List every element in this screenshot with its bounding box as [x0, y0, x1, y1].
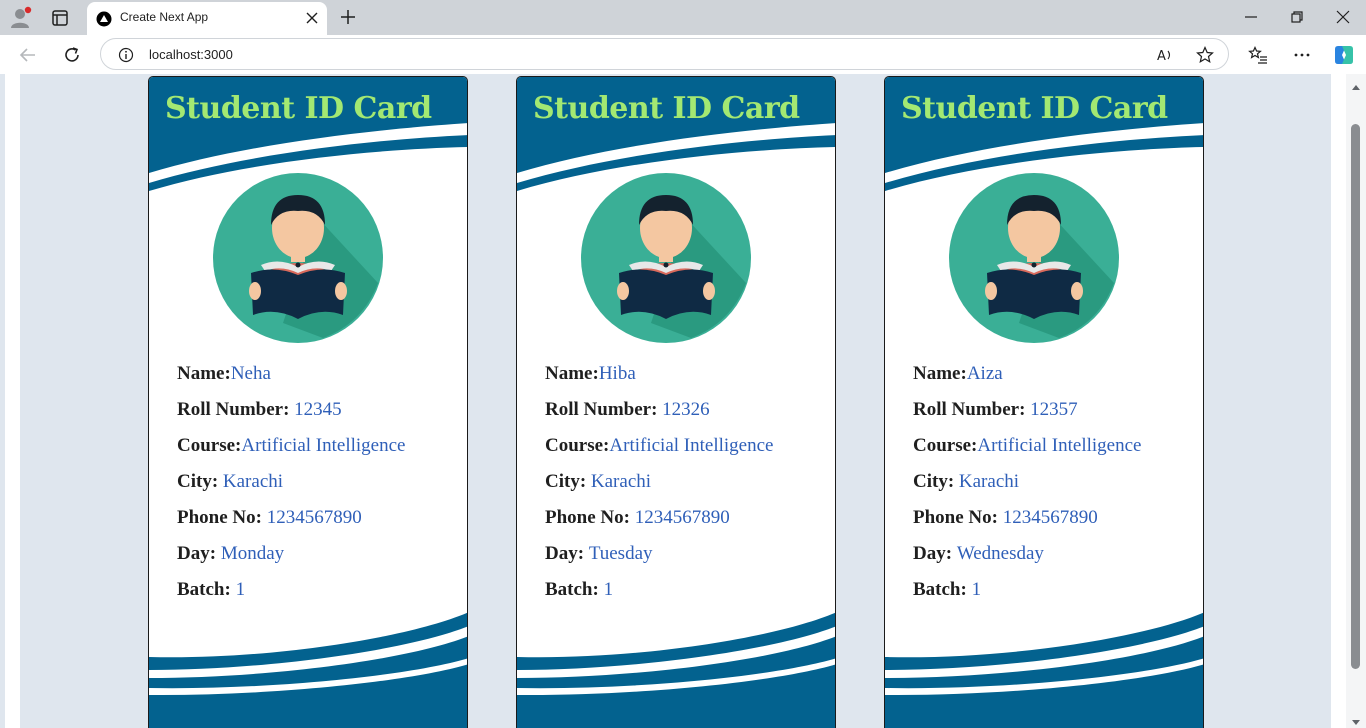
student-id-card: Student ID Card Name:Aiza Roll Number: 1…: [884, 76, 1204, 728]
site-info-icon[interactable]: [118, 47, 134, 63]
page-viewport: Student ID Card Name:Neha Roll Number: 1…: [5, 74, 1346, 728]
field-course: Course:Artificial Intelligence: [913, 435, 1142, 456]
svg-text:A: A: [1157, 49, 1166, 64]
field-phone: Phone No: 1234567890: [177, 507, 362, 528]
scrollbar-thumb[interactable]: [1351, 124, 1360, 669]
card-title: Student ID Card: [533, 91, 800, 126]
minimize-icon[interactable]: [1244, 10, 1258, 24]
card-title: Student ID Card: [901, 91, 1168, 126]
field-course: Course:Artificial Intelligence: [177, 435, 406, 456]
student-id-card: Student ID Card Name:Hiba Roll Number: 1…: [516, 76, 836, 728]
scroll-down-arrow-icon[interactable]: [1351, 714, 1361, 725]
vertical-scrollbar[interactable]: [1346, 74, 1366, 728]
favorite-star-icon[interactable]: [1196, 46, 1214, 64]
favorites-list-icon[interactable]: [1248, 45, 1268, 65]
student-reading-avatar-icon: [213, 173, 383, 343]
page-margin-right: [1331, 74, 1346, 728]
card-title: Student ID Card: [165, 91, 432, 126]
field-course: Course:Artificial Intelligence: [545, 435, 774, 456]
field-name: Name:Hiba: [545, 363, 636, 384]
restore-icon[interactable]: [1290, 10, 1304, 24]
close-window-icon[interactable]: [1336, 10, 1350, 24]
card-footer-wave: [885, 612, 1203, 728]
field-phone: Phone No: 1234567890: [545, 507, 730, 528]
field-batch: Batch: 1: [177, 579, 246, 600]
field-day: Day: Monday: [177, 543, 285, 564]
field-roll-number: Roll Number: 12345: [177, 399, 342, 420]
read-aloud-icon[interactable]: A: [1156, 46, 1174, 64]
field-name: Name:Aiza: [913, 363, 1003, 384]
copilot-icon[interactable]: [1332, 43, 1356, 67]
profile-icon[interactable]: [9, 6, 33, 30]
page-margin-left: [5, 74, 20, 728]
tab-title: Create Next App: [120, 10, 209, 24]
refresh-icon[interactable]: [62, 45, 82, 65]
card-footer-wave: [149, 612, 467, 728]
url-text: localhost:3000: [149, 47, 233, 62]
scroll-up-arrow-icon[interactable]: [1351, 78, 1361, 90]
browser-toolbar: localhost:3000 A: [0, 35, 1366, 74]
field-roll-number: Roll Number: 12326: [545, 399, 710, 420]
field-city: City: Karachi: [913, 471, 1020, 492]
student-reading-avatar-icon: [581, 173, 751, 343]
student-id-card: Student ID Card Name:Neha Roll Number: 1…: [148, 76, 468, 728]
browser-tab-bar: Create Next App: [0, 0, 1366, 35]
student-details: Name:Aiza Roll Number: 12357 Course:Arti…: [913, 363, 1203, 615]
card-footer-wave: [517, 612, 835, 728]
tab-actions-icon[interactable]: [50, 8, 70, 28]
student-details: Name:Neha Roll Number: 12345 Course:Arti…: [177, 363, 467, 615]
field-day: Day: Tuesday: [545, 543, 653, 564]
field-batch: Batch: 1: [913, 579, 982, 600]
field-batch: Batch: 1: [545, 579, 614, 600]
back-arrow-icon[interactable]: [18, 45, 38, 65]
field-roll-number: Roll Number: 12357: [913, 399, 1078, 420]
student-details: Name:Hiba Roll Number: 12326 Course:Arti…: [545, 363, 835, 615]
address-bar[interactable]: localhost:3000 A: [100, 38, 1229, 70]
new-tab-icon[interactable]: [340, 9, 356, 25]
field-city: City: Karachi: [545, 471, 652, 492]
nextjs-favicon-icon: [96, 11, 112, 27]
field-name: Name:Neha: [177, 363, 271, 384]
field-day: Day: Wednesday: [913, 543, 1044, 564]
close-tab-icon[interactable]: [305, 11, 319, 25]
active-tab[interactable]: Create Next App: [87, 2, 327, 35]
student-reading-avatar-icon: [949, 173, 1119, 343]
field-city: City: Karachi: [177, 471, 284, 492]
more-options-icon[interactable]: [1292, 45, 1312, 65]
field-phone: Phone No: 1234567890: [913, 507, 1098, 528]
